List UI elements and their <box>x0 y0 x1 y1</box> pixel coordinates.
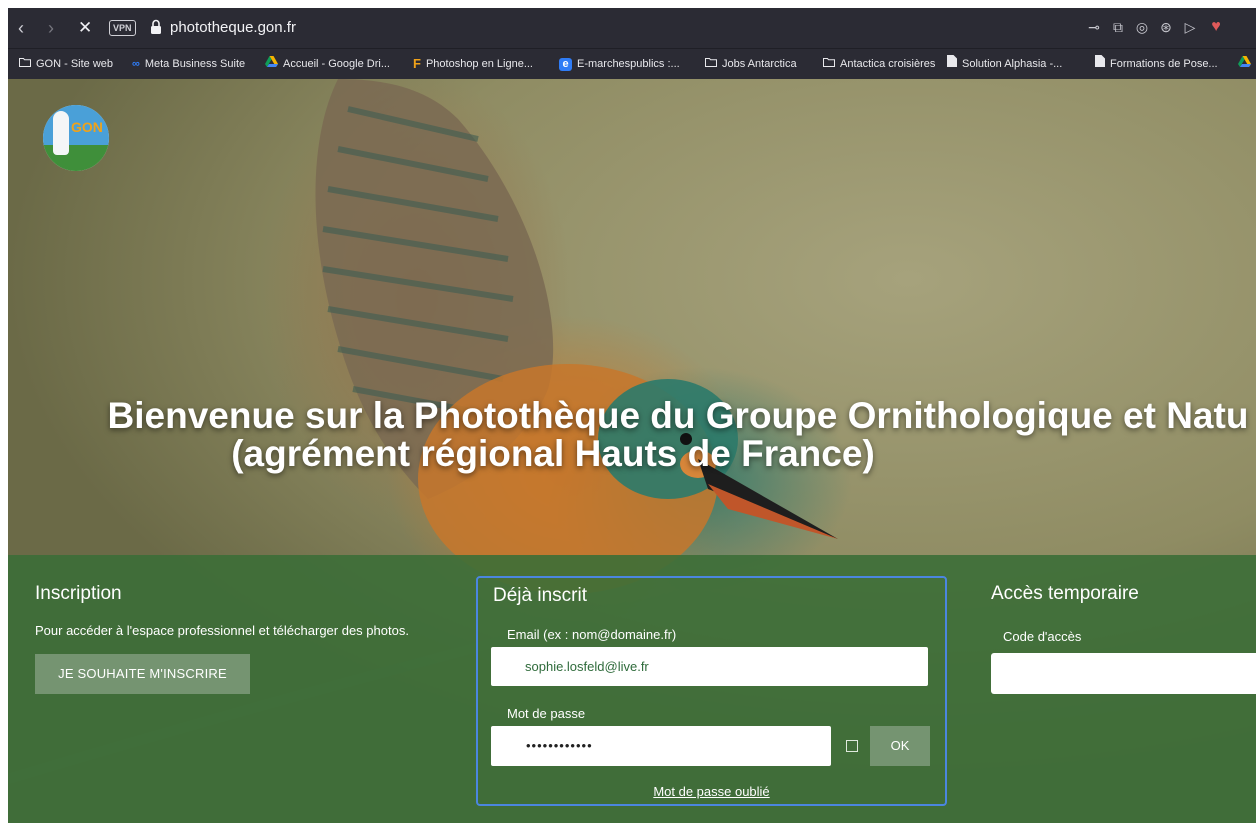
lock-icon <box>151 19 161 34</box>
access-code-label: Code d'accès <box>1003 629 1082 644</box>
login-panel: Inscription Pour accéder à l'espace prof… <box>8 555 1256 823</box>
inscription-title: Inscription <box>35 583 122 604</box>
inscription-section: Inscription Pour accéder à l'espace prof… <box>35 583 455 694</box>
drive-icon <box>265 55 278 73</box>
password-field[interactable]: •••••••••••• <box>491 726 831 766</box>
inscription-description: Pour accéder à l'espace professionnel et… <box>35 623 409 638</box>
key-icon[interactable]: ⊸ <box>1086 19 1102 35</box>
signup-button[interactable]: JE SOUHAITE M'INSCRIRE <box>35 654 250 694</box>
heron-icon <box>53 111 69 155</box>
folder-icon <box>19 55 31 73</box>
bookmark-item[interactable]: Jobs Antarctica <box>705 55 797 73</box>
page-title: Bienvenue sur la Photothèque du Groupe O… <box>8 397 1256 473</box>
bookmarks-bar: GON - Site web ∞ Meta Business Suite Accu… <box>8 48 1256 79</box>
browser-toolbar: ‹ › ✕ VPN phototheque.gon.fr ⊸ ⧉ ◎ ⊛ ▷ ♥ <box>8 8 1256 48</box>
folder-icon <box>705 55 717 73</box>
bookmark-item[interactable]: Solution Alphasia -... <box>947 55 1062 73</box>
document-icon <box>1095 55 1105 73</box>
shield-icon[interactable]: ⊛ <box>1158 19 1174 35</box>
gon-logo[interactable]: GON <box>43 105 109 171</box>
bookmark-item[interactable]: Antactica croisières <box>823 55 935 73</box>
heart-icon[interactable]: ♥ <box>1208 19 1224 35</box>
bookmark-item[interactable]: e E-marchespublics :... <box>559 55 680 73</box>
login-title: Déjà inscrit <box>493 585 587 606</box>
ok-button[interactable]: OK <box>870 726 930 766</box>
logo-text: GON <box>71 119 103 135</box>
email-label: Email (ex : nom@domaine.fr) <box>507 627 677 642</box>
forward-icon[interactable]: › <box>48 16 54 40</box>
bookmark-item[interactable]: GON - Site web <box>19 55 113 73</box>
forgot-password-link: Mot de passe oublié <box>478 784 945 799</box>
bookmark-item[interactable]: ∞ Meta Business Suite <box>132 55 245 73</box>
send-icon[interactable]: ▷ <box>1182 19 1198 35</box>
temporary-access-section: Accès temporaire Code d'accès <box>991 583 1256 694</box>
login-section: Déjà inscrit Email (ex : nom@domaine.fr)… <box>476 576 947 806</box>
forgot-password-text[interactable]: Mot de passe oublié <box>653 784 769 799</box>
meta-icon: ∞ <box>132 58 140 71</box>
page-title-line2: (agrément régional Hauts de France) <box>231 433 875 474</box>
email-field[interactable]: sophie.losfeld@live.fr <box>491 647 928 686</box>
page-title-line1: Bienvenue sur la Photothèque du Groupe O… <box>107 395 1249 436</box>
page-content: GON Bienvenue sur la Photothèque du Grou… <box>8 79 1256 823</box>
share-icon[interactable]: ⧉ <box>1110 19 1126 35</box>
document-icon <box>947 55 957 73</box>
show-password-checkbox[interactable] <box>846 740 858 752</box>
address-bar[interactable]: phototheque.gon.fr <box>170 17 296 39</box>
password-label: Mot de passe <box>507 706 586 721</box>
camera-icon[interactable]: ◎ <box>1134 19 1150 35</box>
vpn-badge[interactable]: VPN <box>109 20 136 36</box>
stop-loading-icon[interactable]: ✕ <box>78 16 92 40</box>
temporary-access-title: Accès temporaire <box>991 583 1139 604</box>
photoshop-icon: F <box>413 56 421 72</box>
back-icon[interactable]: ‹ <box>18 16 24 40</box>
access-code-field[interactable] <box>991 653 1256 694</box>
e-icon: e <box>559 57 572 71</box>
drive-icon[interactable] <box>1238 55 1251 73</box>
bookmark-item[interactable]: F Photoshop en Ligne... <box>413 55 533 73</box>
bookmark-item[interactable]: Formations de Pose... <box>1095 55 1218 73</box>
folder-icon <box>823 55 835 73</box>
bookmark-item[interactable]: Accueil - Google Dri... <box>265 55 390 73</box>
